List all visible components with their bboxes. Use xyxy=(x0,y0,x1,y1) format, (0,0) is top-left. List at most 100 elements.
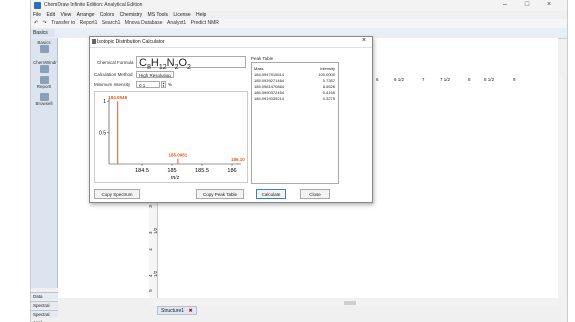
x-tick-label: 186 xyxy=(227,168,236,174)
title-bar: ChemDraw Infinite Edition: Analytical Ed… xyxy=(31,0,567,11)
table-row[interactable]: 185.0981470864 8.6526 xyxy=(252,84,338,89)
isotopic-distribution-dialog: Isotopic Distribution Calculator × Chemi… xyxy=(89,36,373,203)
calculate-button[interactable]: Calculate xyxy=(256,189,286,199)
dialog-title: Isotopic Distribution Calculator xyxy=(97,39,165,45)
spectrum-plot: 1 0.5 184.5 185 185.5 186 m/z 184.0948 185.0981 1… xyxy=(94,91,248,183)
ruler-tick: 7 1/2 xyxy=(440,77,451,82)
vertical-scrollbar[interactable] xyxy=(558,75,564,297)
minimize-icon[interactable]: – xyxy=(499,1,511,8)
predict-nmr-button[interactable]: Predict NMR xyxy=(191,19,219,28)
redo-icon[interactable]: ↷ xyxy=(43,19,47,28)
mnova-database-button[interactable]: Mnova Database xyxy=(125,19,163,28)
dialog-close-icon[interactable]: × xyxy=(362,37,366,44)
close-button[interactable]: Close xyxy=(300,189,330,199)
menu-bar: File Edit View Arrange Colors Chemistry … xyxy=(31,11,567,19)
x-tick-label: 184.5 xyxy=(135,168,149,174)
document-tab[interactable]: Structure1 ✖ xyxy=(157,306,197,315)
ruler-tick: 8 1/2 xyxy=(484,77,495,82)
copy-peak-table-button[interactable]: Copy Peak Table xyxy=(196,189,244,199)
formula-label: Chemical Formula xyxy=(97,60,134,65)
panel-spectral-anal[interactable]: Spectral Anal... xyxy=(31,310,58,322)
maximize-icon[interactable]: □ xyxy=(521,1,533,8)
menu-view[interactable]: View xyxy=(58,11,73,19)
ruler-tick: 8 xyxy=(468,77,471,82)
menu-edit[interactable]: Edit xyxy=(44,11,57,19)
x-tick-label: 185 xyxy=(167,168,176,174)
method-label: Calculation Method xyxy=(94,72,133,77)
search-button[interactable]: Search1 xyxy=(102,19,121,28)
browser-icon xyxy=(39,93,49,101)
menu-colors[interactable]: Colors xyxy=(98,11,116,19)
method-value: High Resolution xyxy=(139,73,171,78)
ruler-tick: 7 xyxy=(422,77,425,82)
menu-help[interactable]: Help xyxy=(194,11,208,19)
menu-file[interactable]: File xyxy=(31,11,43,19)
header-mass: Mass xyxy=(254,66,264,71)
close-icon[interactable]: × xyxy=(543,1,555,8)
intensity-stepper[interactable]: ▲ ▼ xyxy=(161,81,166,88)
peak-intensity: 0.4165 xyxy=(322,90,335,95)
menu-ms-tools[interactable]: MS Tools xyxy=(146,11,170,19)
copy-spectrum-button[interactable]: Copy Spectrum xyxy=(94,189,140,199)
side-button-chem[interactable]: ChemWindr xyxy=(33,60,57,73)
peak-mass: 184.0947915514 xyxy=(254,72,285,77)
table-row[interactable]: 186.0990372454 0.4165 xyxy=(252,90,338,95)
peak-mass: 186.0919339214 xyxy=(254,96,285,101)
horizontal-scrollbar[interactable] xyxy=(149,300,558,306)
peak-table: Mass Intensity 184.0947915514 100.0000 1… xyxy=(251,62,339,184)
ruler-tick: 4 xyxy=(147,248,153,251)
ruler-tick: 6 1/2 xyxy=(394,77,405,82)
y-tick-label: 1 xyxy=(103,99,106,105)
formula-input[interactable]: C8H12N2O2 xyxy=(136,56,246,71)
y-tick-label: 0.5 xyxy=(99,131,106,137)
menu-arrange[interactable]: Arrange xyxy=(75,11,97,19)
vertical-ruler: 3 3 1/2 4 4 1/2 5 xyxy=(147,190,158,298)
close-tab-icon[interactable]: ✖ xyxy=(188,308,192,314)
report-button[interactable]: Report1 xyxy=(80,19,98,28)
peak-mass: 185.0939271464 xyxy=(254,78,285,83)
side-button-report[interactable]: Reporti xyxy=(33,76,55,89)
table-row[interactable]: 184.0947915514 100.0000 xyxy=(252,72,338,77)
peak-intensity: 8.6526 xyxy=(322,84,335,89)
tab-basics[interactable]: Basics xyxy=(31,29,55,37)
min-intensity-label: Minimum Intensity xyxy=(94,82,131,87)
dialog-title-bar: Isotopic Distribution Calculator × xyxy=(90,37,372,48)
menu-license[interactable]: License xyxy=(171,11,192,19)
window-title: ChemDraw Infinite Edition: Analytical Ed… xyxy=(44,2,143,8)
dialog-icon xyxy=(92,39,96,44)
basics-icon xyxy=(39,45,49,53)
undo-icon[interactable]: ↶ xyxy=(34,19,38,28)
spectrum-svg: 1 0.5 184.5 185 185.5 186 m/z 184.0948 185.0981 1… xyxy=(99,95,245,181)
chevron-down-icon: ⌄ xyxy=(167,73,171,78)
min-intensity-input[interactable]: 0.1 xyxy=(136,81,160,88)
scrollbar-thumb[interactable] xyxy=(344,301,356,305)
document-tab-label: Structure1 xyxy=(161,308,185,314)
panel-spectral-proc[interactable]: Spectral Proc... xyxy=(31,301,58,316)
panel-data[interactable]: Data xyxy=(31,292,58,300)
method-select[interactable]: High Resolution ⌄ xyxy=(136,71,174,78)
ruler-tick: 9 xyxy=(513,77,516,82)
side-button-browser[interactable]: Browsell xyxy=(33,93,55,106)
peak-intensity: 0.7357 xyxy=(322,78,335,83)
table-row[interactable]: 186.0919339214 0.3275 xyxy=(252,96,338,101)
x-axis-label: m/z xyxy=(171,175,180,181)
table-header: Mass Intensity xyxy=(252,66,338,71)
menu-chemistry[interactable]: Chemistry xyxy=(118,11,145,19)
app-window: ChemDraw Infinite Edition: Analytical Ed… xyxy=(30,0,568,322)
report-icon xyxy=(39,76,49,84)
basics-label: Basics xyxy=(37,40,51,45)
header-intensity: Intensity xyxy=(320,66,335,71)
side-button-basics[interactable]: Basics xyxy=(33,40,55,53)
peak-mass: 185.0981470864 xyxy=(254,84,285,89)
chem-label: ChemWindr xyxy=(33,60,57,65)
report-label: Reporti xyxy=(36,84,52,89)
peak-mass: 186.0990372454 xyxy=(254,90,285,95)
transfer-button[interactable]: Transfer to xyxy=(51,19,75,28)
chem-icon xyxy=(39,65,49,73)
table-row[interactable]: 185.0939271464 0.7357 xyxy=(252,78,338,83)
peak-intensity: 0.3275 xyxy=(322,96,335,101)
ruler-tick: 4 1/2 xyxy=(148,270,158,277)
percent-unit: % xyxy=(168,82,173,87)
ruler-tick: 3 xyxy=(147,205,153,208)
analyst-button[interactable]: Analyst1 xyxy=(167,19,186,28)
